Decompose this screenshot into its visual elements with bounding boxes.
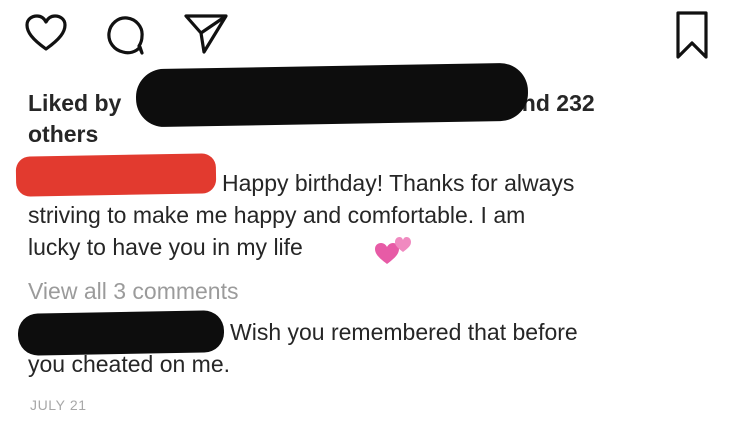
liked-by-label: Liked by: [28, 90, 122, 116]
view-all-comments-link[interactable]: View all 3 comments: [28, 276, 239, 306]
comment-icon[interactable]: [104, 13, 148, 57]
two-hearts-icon: [373, 234, 417, 266]
caption-line-1: Happy birthday! Thanks for always: [222, 170, 575, 196]
comment-line-1: Wish you remembered that before: [230, 319, 578, 345]
post-action-bar: [0, 0, 729, 70]
paper-plane-icon[interactable]: [182, 10, 230, 56]
likes-others-label[interactable]: others: [28, 119, 98, 149]
comment-line-2: you cheated on me.: [28, 351, 231, 377]
caption-line-2: striving to make me happy and comfortabl…: [28, 202, 526, 228]
post-timestamp: JULY 21: [30, 397, 87, 413]
redacted-caption-author: [15, 153, 217, 197]
heart-icon[interactable]: [24, 13, 68, 53]
caption-line-3: lucky to have you in my life: [28, 234, 303, 260]
redacted-username: [135, 62, 529, 128]
bookmark-icon[interactable]: [670, 9, 714, 61]
